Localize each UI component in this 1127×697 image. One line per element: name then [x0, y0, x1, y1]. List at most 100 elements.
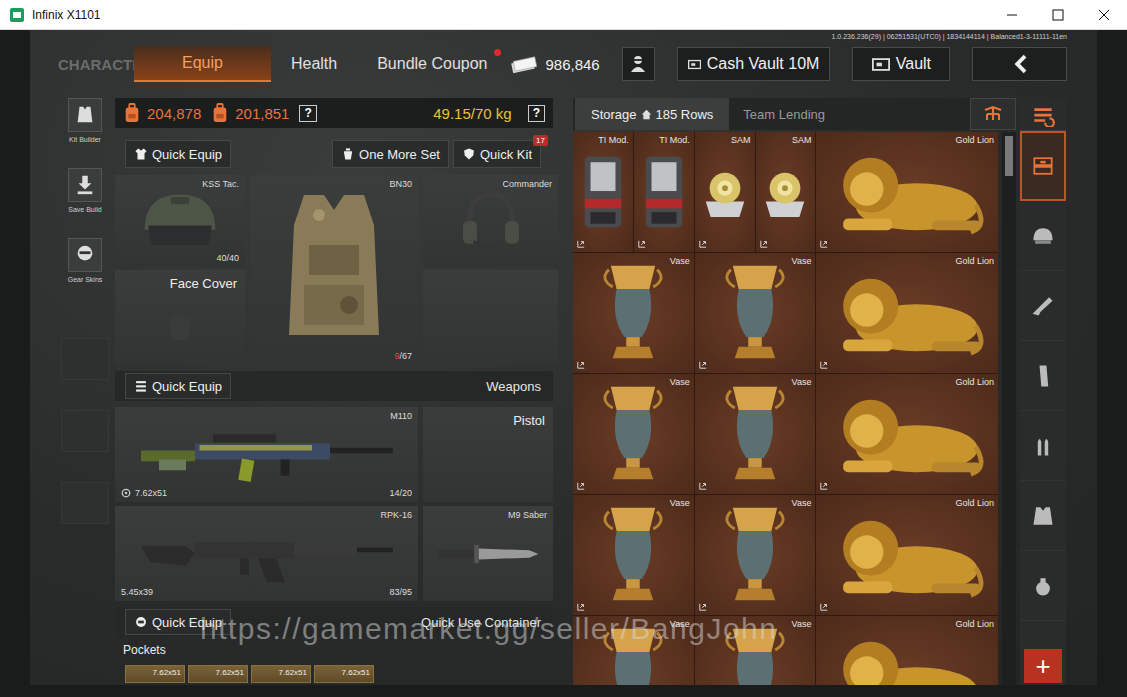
operator-icon [628, 54, 648, 74]
storage-item[interactable]: Gold Lion [816, 374, 998, 494]
storage-item[interactable]: TI Mod. [634, 132, 694, 252]
lion-statue-icon [823, 501, 991, 609]
storage-item[interactable]: SAM [756, 132, 816, 252]
storage-item[interactable]: Vase [695, 616, 816, 685]
transfer-icon [577, 361, 585, 369]
storage-item[interactable]: Vase [695, 374, 816, 494]
side-tools: Kit BuilderSave BuildGear Skins [60, 98, 110, 685]
transfer-icon [577, 482, 585, 490]
back-button[interactable] [972, 47, 1067, 81]
transfer-icon [760, 240, 768, 248]
weapon-slot[interactable]: Pistol [423, 407, 553, 502]
helmet-slot[interactable]: KSS Tac.40/40 [115, 175, 245, 267]
add-button[interactable]: + [1024, 649, 1062, 683]
weapon-slot[interactable]: RPK-165.45x3983/95 [115, 506, 418, 601]
sort-button[interactable] [970, 98, 1016, 130]
empty-gear-slot[interactable] [423, 270, 558, 365]
empty-tool-slot [61, 338, 109, 380]
storage-item[interactable]: SAM [695, 132, 755, 252]
loadout-panel: 204,878201,851?49.15/70 kg? Quick Equip On… [115, 98, 553, 685]
quick-equip-button[interactable]: Quick Equip [125, 140, 231, 168]
minimize-icon[interactable] [989, 0, 1035, 30]
category-tab[interactable] [1020, 551, 1066, 621]
storage-item[interactable]: Gold Lion [816, 253, 998, 373]
top-tab[interactable]: Equip [134, 46, 271, 82]
storage-item[interactable]: Vase [573, 616, 694, 685]
storage-item[interactable]: Gold Lion [816, 132, 998, 252]
vase-icon [721, 381, 789, 487]
pockets-label: Pockets [115, 643, 553, 661]
helmet-icon [135, 190, 225, 252]
storage-item[interactable]: Vase [695, 253, 816, 373]
value-stat: 201,851 [211, 103, 289, 123]
machine-gun-icon [132, 522, 402, 586]
category-tab[interactable] [1020, 271, 1066, 341]
vest-icon [74, 104, 96, 126]
storage-item[interactable]: Vase [573, 374, 694, 494]
storage-grid: TI Mod.TI Mod.SAMSAMGold LionVaseVaseGol… [573, 132, 998, 685]
weapon-slot[interactable]: M9 Saber [423, 506, 553, 601]
close-icon[interactable] [1081, 0, 1127, 30]
lion-statue-icon [823, 622, 991, 685]
side-tool[interactable]: Gear Skins [68, 238, 103, 308]
storage-tab[interactable]: Storage185 Rows [575, 98, 729, 130]
quick-equip-button[interactable]: Quick Equip [125, 609, 231, 635]
transfer-icon [577, 603, 585, 611]
pocket-slot[interactable]: 7.62x51 [314, 665, 374, 683]
transfer-icon [577, 240, 585, 248]
vase-icon [721, 260, 789, 366]
category-tab[interactable] [1020, 201, 1066, 271]
maximize-icon[interactable] [1035, 0, 1081, 30]
lion-statue-icon [823, 259, 991, 367]
pocket-slot[interactable]: 7.62x51 [251, 665, 311, 683]
cash-icon [511, 55, 537, 73]
title-bar: Infinix X1101 [0, 0, 1127, 30]
quick-kit-button[interactable]: Quick Kit17 [453, 140, 541, 168]
pocket-slot[interactable]: 7.62x51 [125, 665, 185, 683]
category-tab[interactable] [1020, 481, 1066, 551]
side-tool[interactable]: Kit Builder [68, 98, 102, 168]
empty-tool-slot [61, 482, 109, 524]
scrollbar[interactable] [1002, 132, 1016, 685]
face-cover-slot[interactable]: Face Cover [115, 270, 245, 365]
hierarchy-icon [983, 104, 1003, 124]
ammo-count: 83/95 [389, 587, 412, 597]
storage-item[interactable]: Vase [695, 495, 816, 615]
vault-button[interactable]: Cash Vault 10M [677, 47, 831, 81]
stats-row: 204,878201,851?49.15/70 kg? [115, 98, 553, 128]
scrollbar-thumb[interactable] [1005, 136, 1013, 176]
shield-icon [462, 147, 476, 161]
category-tab[interactable] [1020, 341, 1066, 411]
quick-equip-button[interactable]: Quick Equip [125, 373, 231, 399]
armor-slot[interactable]: BN309/67 [250, 175, 418, 365]
category-tab[interactable] [1020, 411, 1066, 481]
section-title: Weapons [486, 379, 541, 394]
storage-item[interactable]: Vase [573, 253, 694, 373]
quick-kit-badge: 17 [533, 135, 548, 146]
transfer-icon [699, 603, 707, 611]
headset-slot[interactable]: Commander [423, 175, 558, 267]
vault-button[interactable]: Vault [852, 47, 950, 81]
backpack-icon [123, 103, 141, 123]
top-tab[interactable]: Health [271, 46, 357, 82]
set-icon [341, 147, 355, 161]
category-tab[interactable] [1020, 131, 1066, 201]
storage-item[interactable]: Gold Lion [816, 616, 998, 685]
storage-item[interactable]: Gold Lion [816, 495, 998, 615]
help-button[interactable]: ? [528, 105, 545, 122]
weapon-slot[interactable]: M1107.62x5114/20 [115, 407, 418, 502]
one-more-set-button[interactable]: One More Set [332, 140, 449, 168]
pocket-slot[interactable]: 7.62x51 [188, 665, 248, 683]
vault-icon [688, 57, 701, 72]
side-tool[interactable]: Save Build [68, 168, 102, 238]
profile-button[interactable] [622, 47, 655, 81]
storage-item[interactable]: Vase [573, 495, 694, 615]
top-tab[interactable]: Bundle Coupon [357, 46, 507, 82]
transfer-icon [699, 361, 707, 369]
organize-button[interactable] [1020, 98, 1066, 131]
storage-item[interactable]: TI Mod. [573, 132, 633, 252]
app-icon [10, 8, 24, 22]
storage-tab[interactable]: Team Lending [729, 98, 839, 130]
list-icon [134, 379, 148, 393]
help-button[interactable]: ? [299, 105, 316, 122]
